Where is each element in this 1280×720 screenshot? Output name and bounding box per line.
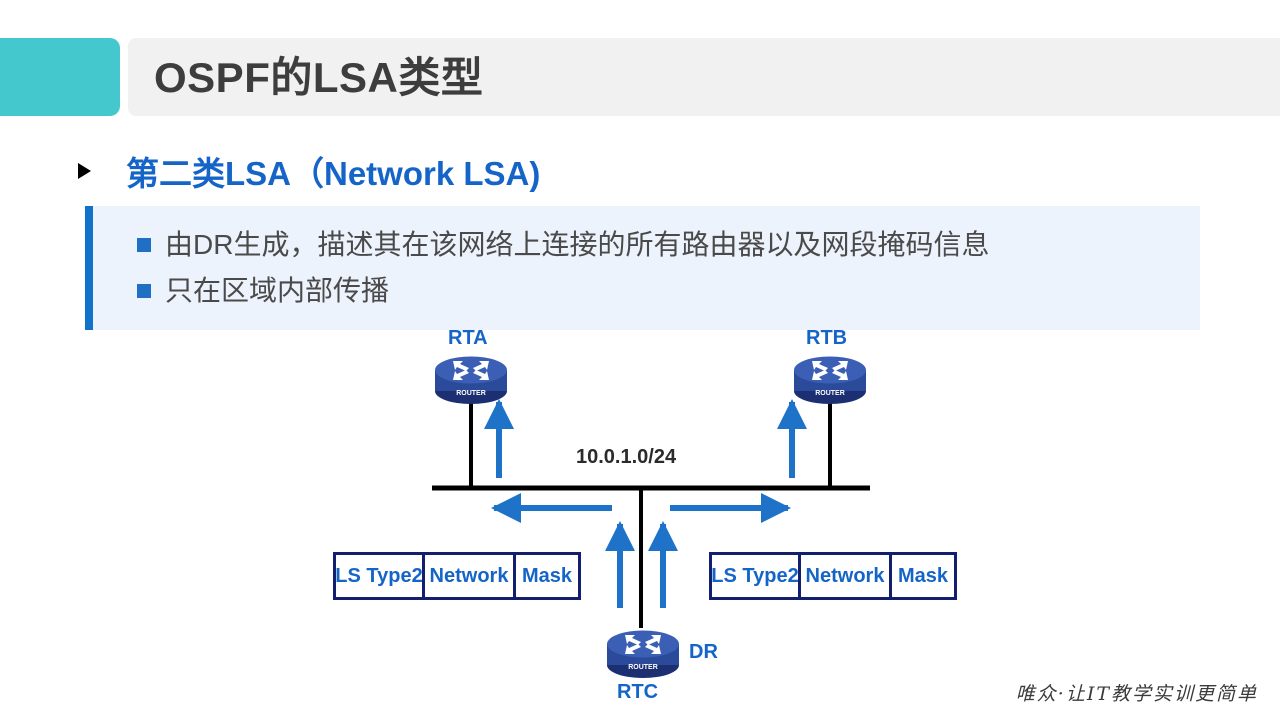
body-list: 由DR生成，描述其在该网络上连接的所有路由器以及网段掩码信息 只在区域内部传播 (137, 224, 989, 316)
lsa-cell-network: Network (798, 552, 892, 600)
lsa-cell-network: Network (422, 552, 516, 600)
lsa-packet-right: LS Type2 Network Mask (709, 552, 957, 600)
network-address-label: 10.0.1.0/24 (576, 446, 677, 468)
subtitle-row: 第二类LSA（Network LSA) (78, 148, 540, 194)
svg-text:ROUTER: ROUTER (815, 390, 845, 397)
lsa-cell-mask: Mask (889, 552, 957, 600)
router-label-rtb: RTB (806, 327, 848, 349)
list-item: 由DR生成，描述其在该网络上连接的所有路由器以及网段掩码信息 (137, 224, 989, 266)
page-title: OSPF的LSA类型 (154, 54, 484, 101)
square-bullet-icon (137, 284, 151, 298)
triangle-right-icon (78, 163, 91, 179)
svg-text:ROUTER: ROUTER (628, 664, 658, 671)
slide-root: OSPF的LSA类型 第二类LSA（Network LSA) 由DR生成，描述其… (0, 0, 1280, 720)
list-item: 只在区域内部传播 (137, 270, 989, 312)
router-label-rta: RTA (448, 327, 488, 349)
square-bullet-icon (137, 238, 151, 252)
dr-badge: DR (689, 641, 718, 663)
lsa-cell-mask: Mask (513, 552, 581, 600)
lsa-cell-type: LS Type2 (333, 552, 425, 600)
list-item-text: 由DR生成，描述其在该网络上连接的所有路由器以及网段掩码信息 (165, 229, 990, 260)
router-icon: ROUTER (433, 353, 509, 405)
lsa-packet-left: LS Type2 Network Mask (333, 552, 581, 600)
router-label-rtc: RTC (617, 681, 659, 703)
subtitle-text: 第二类LSA（Network LSA) (126, 155, 541, 192)
header-accent-block (0, 38, 120, 116)
body-callout-box: 由DR生成，描述其在该网络上连接的所有路由器以及网段掩码信息 只在区域内部传播 (85, 206, 1200, 330)
svg-text:ROUTER: ROUTER (456, 390, 486, 397)
router-icon: ROUTER (605, 627, 681, 679)
lsa-cell-type: LS Type2 (709, 552, 801, 600)
router-icon: ROUTER (792, 353, 868, 405)
footer-watermark: 唯众·让IT教学实训更简单 (1015, 683, 1258, 705)
list-item-text: 只在区域内部传播 (165, 275, 390, 306)
